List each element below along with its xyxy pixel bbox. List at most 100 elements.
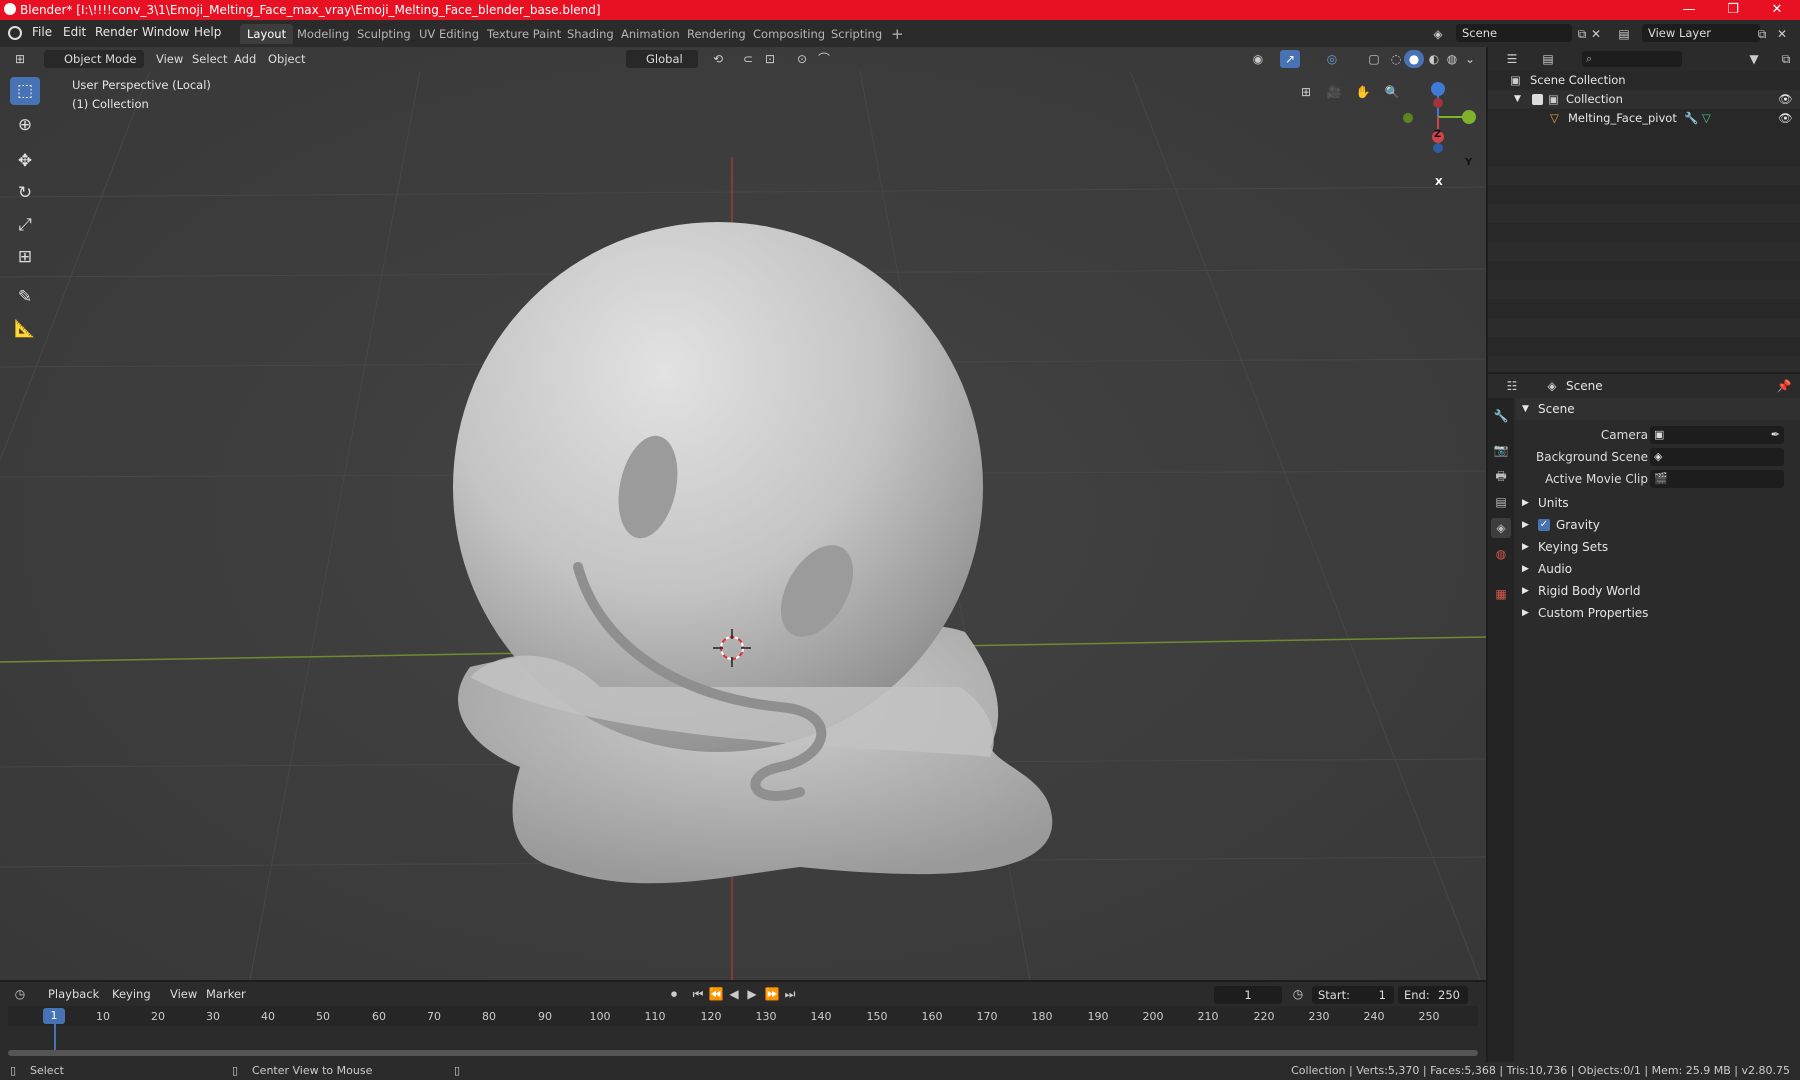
menu-file[interactable]: File bbox=[32, 25, 52, 39]
background-scene-field[interactable]: ◈ bbox=[1650, 448, 1784, 466]
close-button[interactable]: ✕ bbox=[1754, 0, 1800, 20]
collection-checkbox[interactable] bbox=[1532, 94, 1543, 105]
proportional-edit-icon[interactable]: ⊙ bbox=[792, 50, 812, 68]
add-workspace-icon[interactable]: + bbox=[884, 24, 911, 44]
remove-view-layer-icon[interactable]: ✕ bbox=[1772, 25, 1792, 43]
jump-keyframe-back-icon[interactable]: ⏪ bbox=[706, 985, 726, 1003]
menu-select[interactable]: Select bbox=[186, 50, 233, 68]
jump-end-icon[interactable]: ⏭ bbox=[780, 985, 800, 1003]
filter-icon[interactable]: ▼ bbox=[1744, 50, 1764, 68]
menu-window[interactable]: Window bbox=[142, 25, 189, 39]
timeline-view-menu[interactable]: View bbox=[164, 985, 203, 1003]
overlays-icon[interactable]: ◎ bbox=[1322, 50, 1342, 68]
collection-visibility-eye-icon[interactable]: 👁 bbox=[1778, 90, 1793, 109]
tab-layout[interactable]: Layout bbox=[240, 24, 294, 44]
tab-animation[interactable]: Animation bbox=[614, 24, 687, 44]
gizmo-x-label[interactable]: X bbox=[1435, 177, 1443, 188]
tab-shading[interactable]: Shading bbox=[560, 24, 621, 44]
expand-icon[interactable]: ▼ bbox=[1514, 90, 1521, 109]
scene-selector[interactable]: Scene bbox=[1456, 24, 1572, 42]
texture-tab-icon[interactable]: ▦ bbox=[1491, 584, 1511, 604]
snap-target-icon[interactable]: ⊡ bbox=[760, 50, 780, 68]
output-tab-icon[interactable]: 🖶 bbox=[1491, 466, 1511, 486]
start-frame-field[interactable]: Start: 1 bbox=[1312, 986, 1394, 1004]
falloff-icon[interactable]: ⌒ bbox=[814, 50, 834, 68]
view-layer-tab-icon[interactable]: ▤ bbox=[1491, 492, 1511, 512]
tab-modeling[interactable]: Modeling bbox=[290, 24, 356, 44]
eyedropper-icon[interactable]: ✒ bbox=[1771, 426, 1780, 444]
scale-tool-icon[interactable]: ⤢ bbox=[10, 211, 40, 239]
pivot-point-icon[interactable]: ⟲ bbox=[708, 50, 728, 68]
pin-icon[interactable]: 📌 bbox=[1774, 377, 1794, 395]
units-panel[interactable]: ▶ Units bbox=[1516, 492, 1800, 514]
active-movie-clip-field[interactable]: 🎬 bbox=[1650, 470, 1784, 488]
tool-tab-icon[interactable]: 🔧 bbox=[1491, 406, 1511, 426]
solid-shading-icon[interactable]: ● bbox=[1404, 50, 1424, 68]
view-layer-icon[interactable]: ▤ bbox=[1614, 25, 1634, 43]
properties-editor-type-icon[interactable]: ☷ bbox=[1502, 377, 1522, 395]
object-mode-dropdown[interactable]: Object Mode bbox=[44, 50, 144, 68]
camera-field[interactable]: ▣ ✒ bbox=[1650, 426, 1784, 444]
scene-panel-header[interactable]: ▼ Scene bbox=[1516, 398, 1800, 420]
move-tool-icon[interactable]: ✥ bbox=[10, 147, 40, 175]
menu-render[interactable]: Render bbox=[95, 25, 138, 39]
timeline-scrollbar[interactable] bbox=[8, 1050, 1478, 1056]
timeline-editor-type-icon[interactable]: ◷ bbox=[10, 985, 30, 1003]
marker-menu[interactable]: Marker bbox=[200, 985, 252, 1003]
object-visibility-eye-icon[interactable]: 👁 bbox=[1778, 109, 1793, 128]
visibility-icon[interactable]: ◉ bbox=[1248, 50, 1268, 68]
camera-view-icon[interactable]: 🎥 bbox=[1324, 83, 1344, 101]
tab-rendering[interactable]: Rendering bbox=[680, 24, 753, 44]
scene-icon[interactable]: ◈ bbox=[1428, 25, 1448, 43]
jump-start-icon[interactable]: ⏮ bbox=[688, 985, 708, 1003]
menu-view[interactable]: View bbox=[150, 50, 189, 68]
tab-texture-paint[interactable]: Texture Paint bbox=[480, 24, 568, 44]
current-frame-field[interactable]: 1 bbox=[1214, 986, 1282, 1004]
render-tab-icon[interactable]: 📷 bbox=[1491, 440, 1511, 460]
minimize-button[interactable]: — bbox=[1666, 0, 1712, 20]
tab-uv-editing[interactable]: UV Editing bbox=[412, 24, 486, 44]
new-view-layer-icon[interactable]: ⧉ bbox=[1752, 25, 1772, 43]
blender-menu-icon[interactable] bbox=[8, 26, 22, 40]
end-frame-field[interactable]: End: 250 bbox=[1398, 986, 1468, 1004]
mesh-data-icon[interactable]: ▽ bbox=[1702, 109, 1711, 128]
remove-scene-icon[interactable]: ✕ bbox=[1586, 25, 1606, 43]
zoom-view-icon[interactable]: 🔍 bbox=[1382, 83, 1402, 101]
keying-menu[interactable]: Keying bbox=[106, 985, 157, 1003]
gizmo-z-label[interactable]: Z bbox=[1434, 129, 1441, 140]
outliner-row-collection[interactable]: ▼ ▣ Collection 👁 bbox=[1488, 90, 1800, 109]
menu-add[interactable]: Add bbox=[228, 50, 262, 68]
tab-scripting[interactable]: Scripting bbox=[824, 24, 889, 44]
keying-sets-panel[interactable]: ▶ Keying Sets bbox=[1516, 536, 1800, 558]
display-mode-icon[interactable]: ▤ bbox=[1538, 50, 1558, 68]
measure-tool-icon[interactable]: 📐 bbox=[10, 315, 40, 343]
outliner-editor-type-icon[interactable]: ☰ bbox=[1502, 50, 1522, 68]
rotate-tool-icon[interactable]: ↻ bbox=[10, 179, 40, 207]
record-icon[interactable]: ⏺ bbox=[664, 985, 684, 1003]
rendered-shading-icon[interactable]: ◍ bbox=[1442, 50, 1462, 68]
shading-options-icon[interactable]: ⌄ bbox=[1460, 50, 1480, 68]
maximize-button[interactable]: ❐ bbox=[1710, 0, 1756, 20]
toggle-camera-view-icon[interactable]: ⊞ bbox=[1296, 83, 1316, 101]
current-frame-marker[interactable]: 1 bbox=[43, 1008, 65, 1024]
preview-range-icon[interactable]: ◷ bbox=[1288, 985, 1308, 1003]
menu-object[interactable]: Object bbox=[262, 50, 311, 68]
gizmo-y-label[interactable]: Y bbox=[1465, 157, 1472, 168]
rigid-body-world-panel[interactable]: ▶ Rigid Body World bbox=[1516, 580, 1800, 602]
wireframe-shading-icon[interactable]: ◌ bbox=[1386, 50, 1406, 68]
snap-icon[interactable]: ⊂ bbox=[738, 50, 758, 68]
pan-view-icon[interactable]: ✋ bbox=[1353, 83, 1373, 101]
view-layer-selector[interactable]: View Layer bbox=[1642, 24, 1760, 42]
tab-sculpting[interactable]: Sculpting bbox=[350, 24, 418, 44]
tab-compositing[interactable]: Compositing bbox=[746, 24, 832, 44]
audio-panel[interactable]: ▶ Audio bbox=[1516, 558, 1800, 580]
play-icon[interactable]: ▶ bbox=[742, 985, 762, 1003]
custom-properties-panel[interactable]: ▶ Custom Properties bbox=[1516, 602, 1800, 624]
annotate-tool-icon[interactable]: ✎ bbox=[10, 283, 40, 311]
modifier-wrench-icon[interactable]: 🔧 bbox=[1684, 109, 1698, 128]
menu-edit[interactable]: Edit bbox=[63, 25, 86, 39]
editor-type-icon[interactable]: ⊞ bbox=[10, 50, 30, 68]
gravity-panel[interactable]: ▶ ✓ Gravity bbox=[1516, 514, 1800, 536]
jump-keyframe-forward-icon[interactable]: ⏩ bbox=[762, 985, 782, 1003]
scene-tab-icon[interactable]: ◈ bbox=[1491, 518, 1511, 538]
